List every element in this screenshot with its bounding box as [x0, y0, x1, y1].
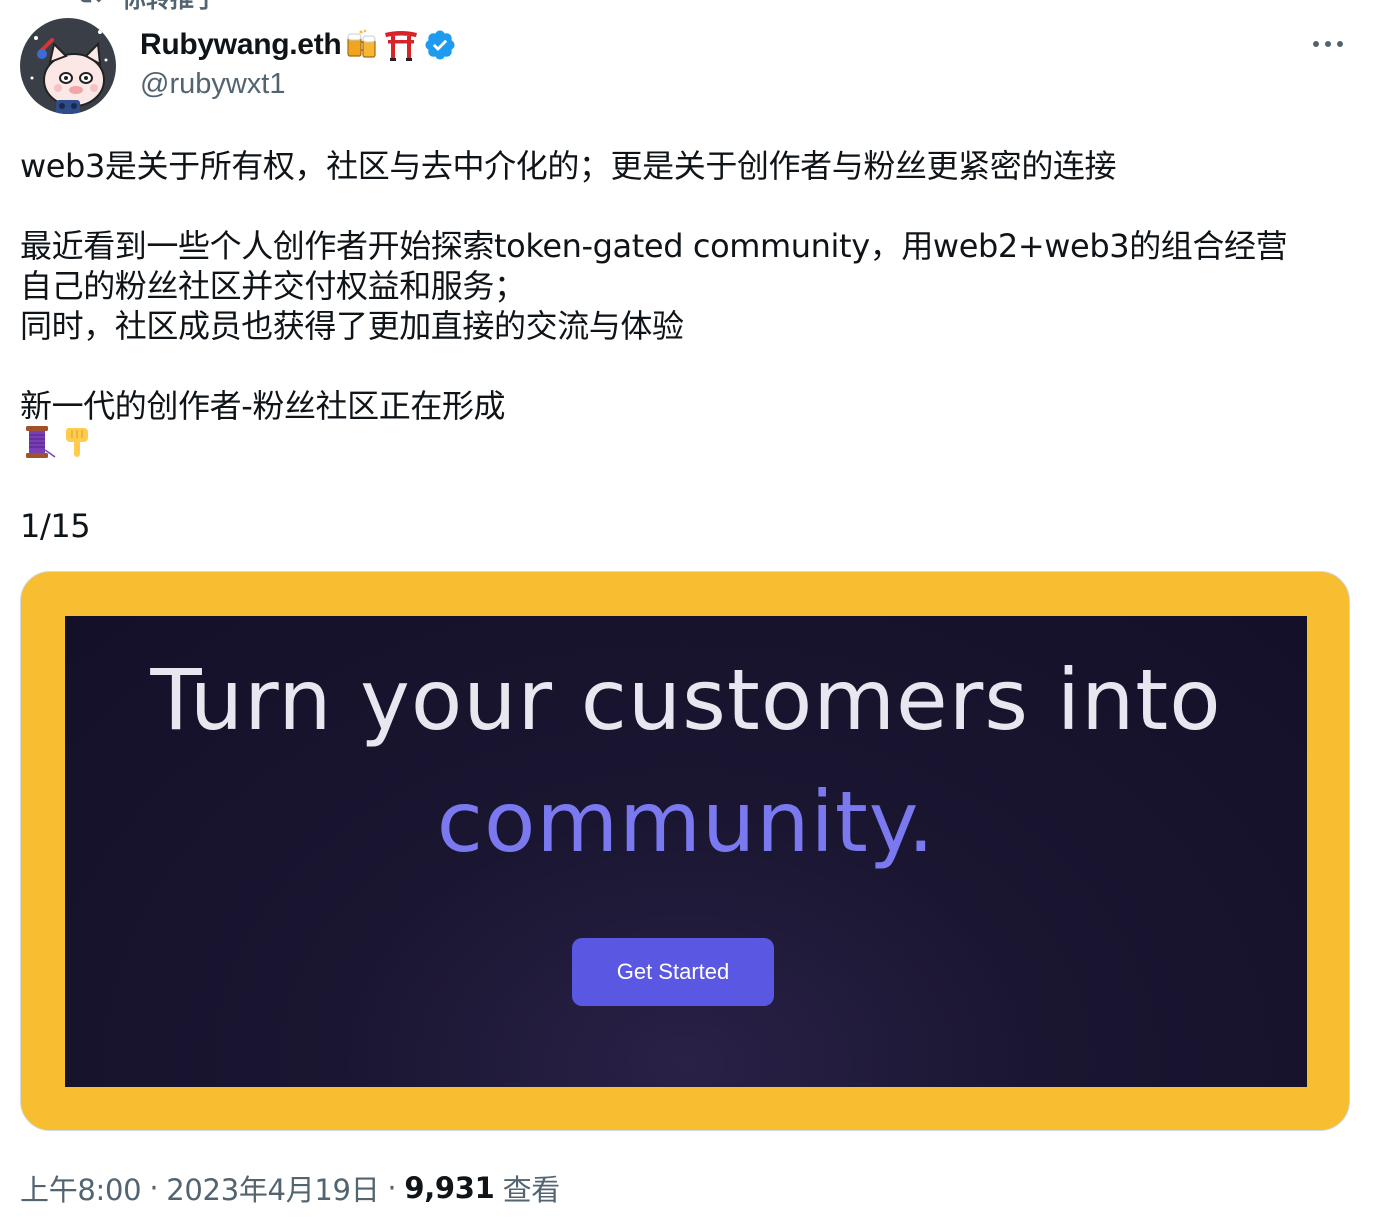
retweet-label: 你转推了	[122, 0, 218, 14]
tweet-line: 新一代的创作者-粉丝社区正在形成	[20, 387, 506, 425]
tweet-text: web3是关于所有权，社区与去中介化的；更是关于创作者与粉丝更紧密的连接 最近看…	[20, 146, 1360, 546]
media-headline-line2: community.	[436, 773, 936, 871]
thread-spool-icon	[20, 424, 56, 469]
cartoon-cat-avatar-icon	[20, 18, 116, 114]
views-count[interactable]: 9,931	[404, 1171, 495, 1205]
tweet-line: 自己的粉丝社区并交付权益和服务；	[20, 267, 526, 305]
author-display-name[interactable]: Rubywang.eth	[140, 28, 342, 62]
media-screenshot: Turn your customers into community. Get …	[65, 616, 1307, 1087]
get-started-button[interactable]: Get Started	[572, 938, 774, 1006]
tweet-line: web3是关于所有权，社区与去中介化的；更是关于创作者与粉丝更紧密的连接	[20, 147, 1117, 185]
author-info: Rubywang.eth @rubywxt1	[140, 24, 457, 101]
verified-icon[interactable]	[423, 28, 457, 62]
meta-separator: ·	[149, 1171, 159, 1205]
retweet-icon	[76, 0, 104, 14]
retweet-context: 你转推了	[76, 0, 218, 13]
media-image[interactable]: Turn your customers into community. Get …	[20, 571, 1350, 1131]
beer-mugs-emoji-icon	[345, 28, 379, 62]
thread-counter: 1/15	[20, 507, 91, 545]
tweet-time[interactable]: 上午8:00	[20, 1167, 142, 1209]
backhand-index-pointing-down-icon	[60, 424, 96, 469]
views-label: 查看	[502, 1173, 561, 1207]
more-horizontal-icon	[1313, 41, 1319, 47]
tweet-metadata: 上午8:00 · 2023年4月19日 · 9,931 查看	[20, 1168, 560, 1208]
meta-separator: ·	[387, 1171, 397, 1205]
tweet-emoji-line	[20, 424, 1360, 469]
tweet-date[interactable]: 2023年4月19日	[166, 1167, 379, 1209]
tweet-line: 同时，社区成员也获得了更加直接的交流与体验	[20, 307, 684, 345]
avatar[interactable]	[20, 18, 116, 114]
author-name-row: Rubywang.eth	[140, 24, 457, 66]
tweet-line: 最近看到一些个人创作者开始探索token-gated community，用we…	[20, 227, 1288, 265]
torii-gate-emoji-icon	[383, 28, 419, 62]
media-headline-line1: Turn your customers into	[150, 651, 1222, 749]
author-handle[interactable]: @rubywxt1	[140, 68, 457, 101]
more-options-button[interactable]	[1300, 24, 1356, 64]
